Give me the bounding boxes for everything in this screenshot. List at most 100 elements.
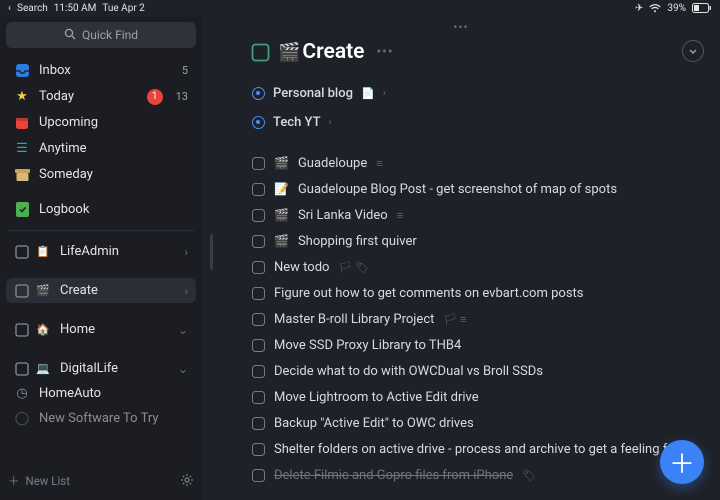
task-row[interactable]: New todo🏳 🏷	[250, 254, 696, 280]
scroll-indicator[interactable]	[210, 234, 213, 270]
task-meta: 🏳 🏷	[338, 261, 369, 274]
clock-icon: ◷	[14, 386, 30, 402]
sidebar-area-lifeadmin[interactable]: 📋 LifeAdmin ›	[6, 239, 196, 264]
logbook-icon	[14, 202, 30, 218]
plus-icon: ＋	[669, 444, 695, 481]
subheading-personal-blog[interactable]: Personal blog 📄 ›	[250, 86, 696, 101]
checkbox[interactable]	[252, 339, 265, 352]
window-drag-icon[interactable]: •••	[453, 20, 468, 34]
task-row[interactable]: 🎬 Sri Lanka Video ≡	[250, 202, 696, 228]
checkbox[interactable]	[252, 235, 265, 248]
calendar-icon	[14, 115, 30, 131]
divider	[8, 230, 194, 231]
chevron-right-icon: ›	[184, 284, 188, 298]
checkbox[interactable]	[252, 287, 265, 300]
archive-icon	[14, 167, 30, 183]
task-meta: 🏳 ≡	[443, 313, 466, 326]
checkbox[interactable]	[252, 391, 265, 404]
sidebar-item-today[interactable]: ★ Today 1 13	[6, 84, 196, 109]
add-task-button[interactable]: ＋	[660, 440, 704, 484]
task-icon: 🎬	[274, 208, 289, 222]
sidebar-area-create[interactable]: 🎬 Create ›	[6, 278, 196, 303]
task-row[interactable]: Delete Filmic and Gopro files from iPhon…	[250, 462, 696, 488]
back-label[interactable]: Search	[17, 3, 48, 14]
checkbox[interactable]	[252, 313, 265, 326]
box-icon	[250, 42, 270, 62]
wifi-icon	[649, 4, 661, 13]
task-row[interactable]: Decide what to do with OWCDual vs Broll …	[250, 358, 696, 384]
circle-icon: ◯	[14, 411, 30, 427]
sidebar-emoji: 💻	[35, 361, 51, 377]
task-label: Sri Lanka Video	[298, 208, 388, 223]
sidebar-item-logbook[interactable]: Logbook	[6, 197, 196, 222]
task-row[interactable]: Master B-roll Library Project 🏳 ≡	[250, 306, 696, 332]
checkbox[interactable]	[252, 417, 265, 430]
sidebar: Quick Find Inbox 5 ★ Today 1 13 Upcoming…	[0, 16, 202, 500]
plus-icon: ＋	[8, 473, 20, 489]
sidebar-area-home[interactable]: 🏠 Home ⌄	[6, 317, 196, 342]
sidebar-emoji: 🎬	[35, 283, 51, 299]
task-row[interactable]: 🎬Guadeloupe≡	[250, 150, 696, 176]
task-label: Shopping first quiver	[298, 234, 417, 249]
task-meta: 🏷	[522, 469, 536, 482]
sidebar-item-someday[interactable]: Someday	[6, 162, 196, 187]
chevron-right-icon: ›	[184, 245, 188, 259]
more-button[interactable]: •••	[376, 44, 393, 60]
sidebar-item-inbox[interactable]: Inbox 5	[6, 58, 196, 83]
quick-find-label: Quick Find	[82, 28, 138, 42]
status-time: 11:50 AM	[54, 3, 97, 14]
task-row[interactable]: Backup "Active Edit" to OWC drives	[250, 410, 696, 436]
task-row[interactable]: 📝 Guadeloupe Blog Post - get screenshot o…	[250, 176, 696, 202]
checkbox[interactable]	[252, 365, 265, 378]
inbox-icon	[14, 63, 30, 79]
gear-icon[interactable]	[180, 473, 194, 490]
task-label: Move SSD Proxy Library to THB4	[274, 338, 461, 353]
battery-percent: 39%	[667, 3, 686, 14]
task-label: Move Lightroom to Active Edit drive	[274, 390, 479, 405]
task-label: Guadeloupe Blog Post - get screenshot of…	[298, 182, 617, 197]
checkbox[interactable]	[252, 157, 265, 170]
sidebar-project-homeauto[interactable]: ◷ HomeAuto	[6, 381, 196, 406]
search-icon	[64, 28, 76, 43]
project-ring-icon	[252, 87, 265, 100]
task-meta: ≡	[376, 157, 382, 170]
chevron-right-icon: ›	[383, 88, 386, 99]
task-label: Backup "Active Edit" to OWC drives	[274, 416, 474, 431]
chevron-down-icon: ⌄	[178, 362, 188, 376]
expand-button[interactable]	[682, 40, 704, 62]
checkbox[interactable]	[252, 183, 265, 196]
task-row[interactable]: Figure out how to get comments on evbart…	[250, 280, 696, 306]
checkbox[interactable]	[252, 469, 265, 482]
sidebar-item-anytime[interactable]: ☰ Anytime	[6, 136, 196, 161]
battery-icon	[692, 3, 712, 13]
task-row[interactable]: Move SSD Proxy Library to THB4	[250, 332, 696, 358]
box-icon	[14, 322, 30, 338]
star-icon: ★	[14, 89, 30, 105]
task-row[interactable]: Shelter folders on active drive - proces…	[250, 436, 696, 462]
new-list-button[interactable]: ＋ New List	[8, 470, 194, 492]
task-row[interactable]: 🎬Shopping first quiver	[250, 228, 696, 254]
task-row[interactable]: Move Lightroom to Active Edit drive	[250, 384, 696, 410]
task-icon: 📝	[274, 182, 289, 196]
checkbox[interactable]	[252, 443, 265, 456]
task-meta: ≡	[397, 209, 403, 222]
checkbox[interactable]	[252, 209, 265, 222]
main-panel: ••• 🎬Create ••• Personal blog 📄 › Tech Y…	[202, 16, 720, 500]
subheading-tech-yt[interactable]: Tech YT ›	[250, 115, 696, 130]
task-label: Guadeloupe	[298, 156, 367, 171]
page-header: 🎬Create •••	[250, 40, 696, 64]
sidebar-area-digitallife[interactable]: 💻 DigitalLife ⌄	[6, 356, 196, 381]
task-label: Figure out how to get comments on evbart…	[274, 286, 584, 301]
task-label: Shelter folders on active drive - proces…	[274, 442, 696, 457]
quick-find-button[interactable]: Quick Find	[6, 22, 196, 48]
back-chevron-icon[interactable]: ‹	[8, 3, 11, 14]
checkbox[interactable]	[252, 261, 265, 274]
task-label: Master B-roll Library Project	[274, 312, 434, 327]
chevron-down-icon: ⌄	[178, 323, 188, 337]
box-icon	[14, 244, 30, 260]
sidebar-project-newsoftware[interactable]: ◯ New Software To Try	[6, 406, 196, 431]
status-bar: ‹ Search 11:50 AM Tue Apr 2 ✈︎ 39%	[0, 0, 720, 16]
sidebar-item-upcoming[interactable]: Upcoming	[6, 110, 196, 135]
note-icon: 📄	[361, 87, 375, 100]
sidebar-emoji: 🏠	[35, 322, 51, 338]
